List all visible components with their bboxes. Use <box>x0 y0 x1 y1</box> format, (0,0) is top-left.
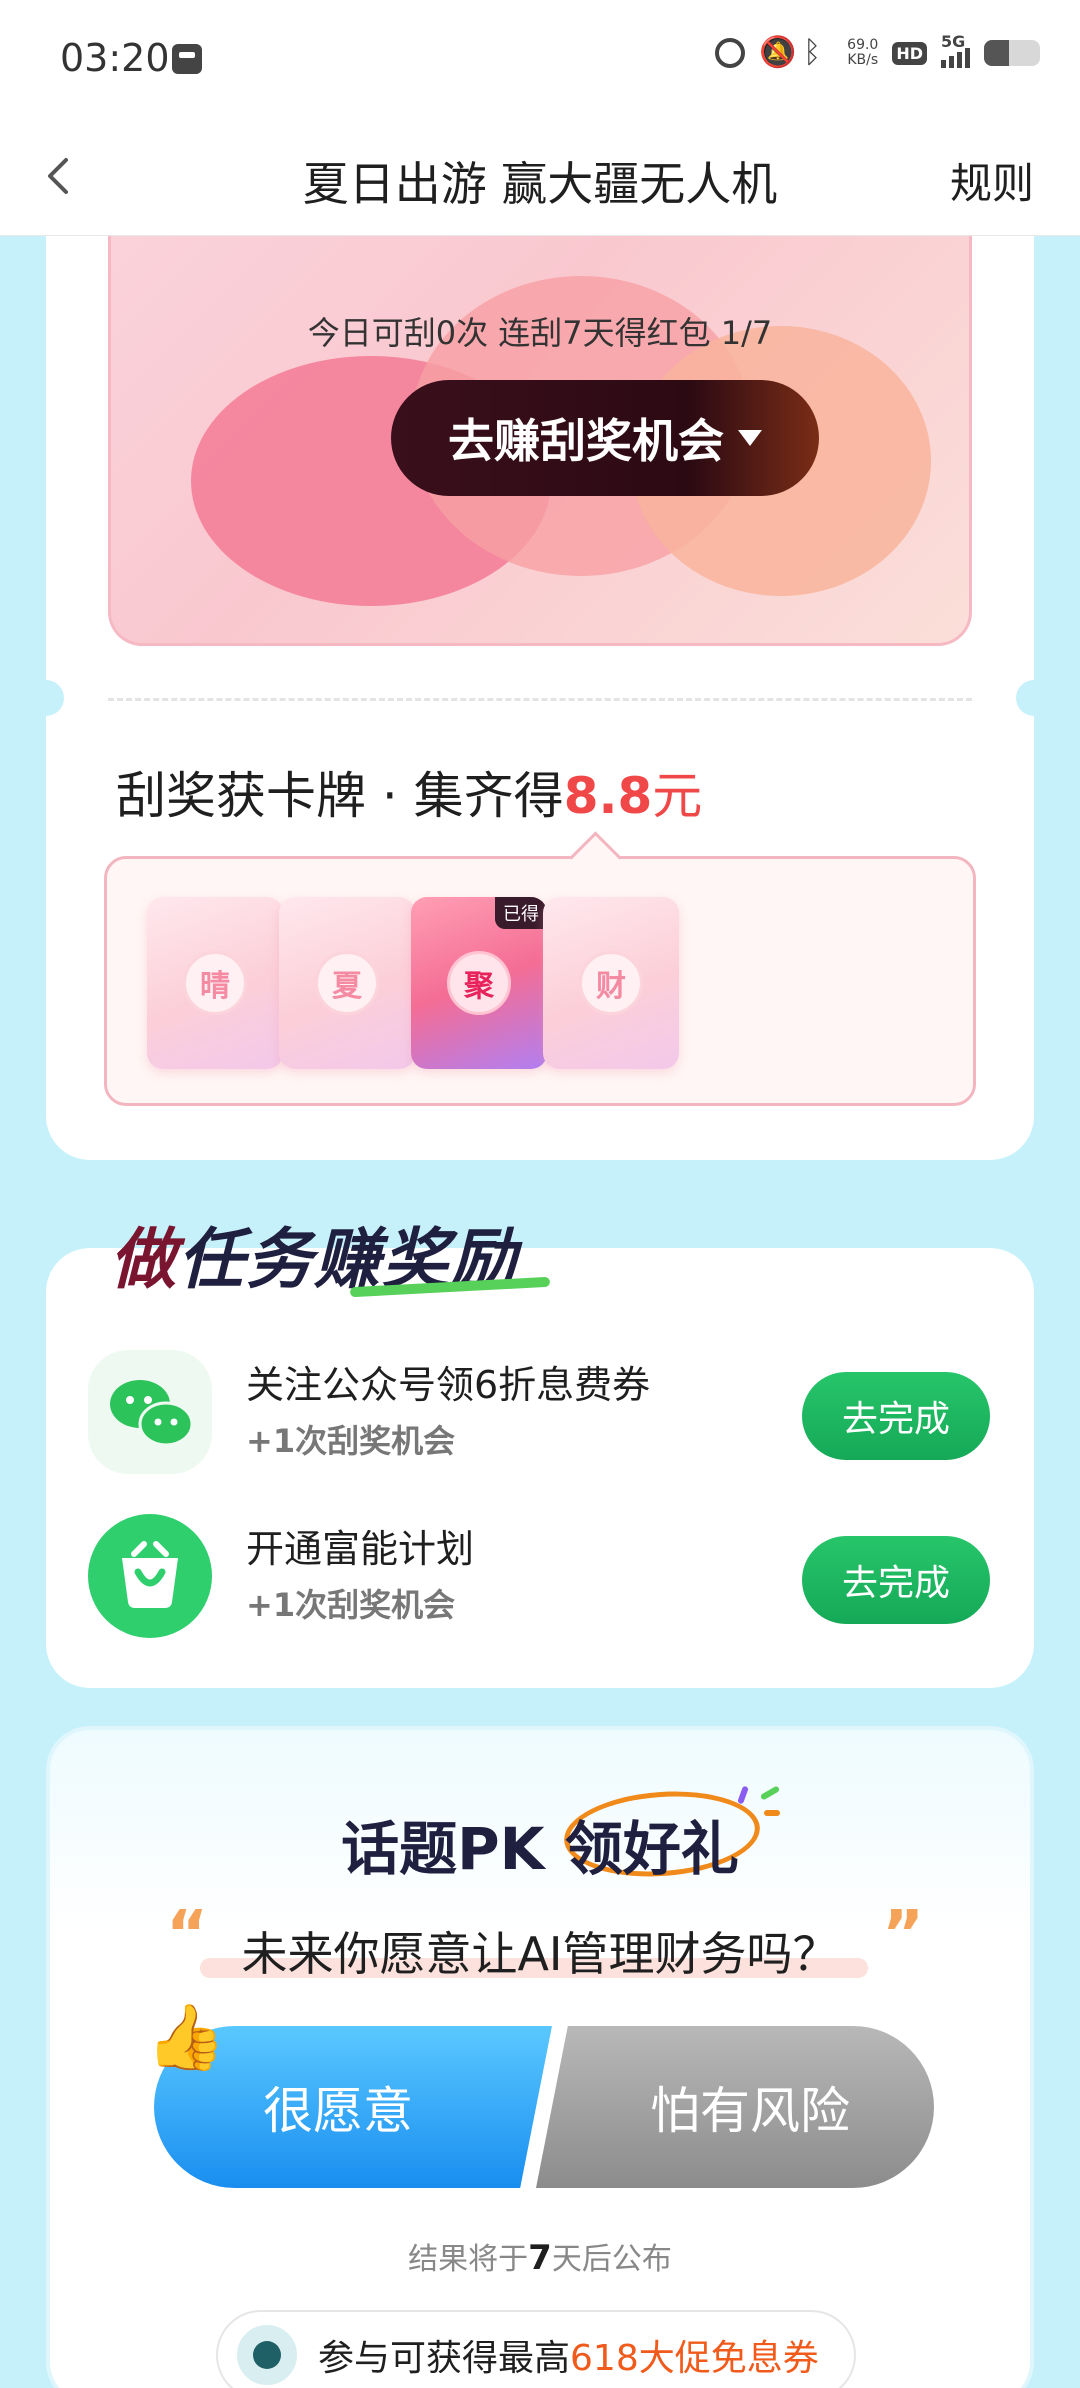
ticket-notch <box>28 680 64 716</box>
mute-icon: 🔕 <box>759 35 797 70</box>
scratch-card-panel: 今日可刮0次 连刮7天得红包 1/7 去赚刮奖机会 刮奖获卡牌 · 集齐得8.8… <box>28 236 1052 1160</box>
collect-title-prefix: 刮奖获卡牌 · 集齐得 <box>116 767 564 825</box>
tasks-heading-first: 做 <box>110 1221 178 1298</box>
reward-prefix: 参与可获得最高 <box>318 2338 571 2379</box>
alarm-icon <box>715 38 746 68</box>
dashed-divider <box>108 698 972 701</box>
obtained-badge: 已得 <box>495 897 547 929</box>
character-card-ju[interactable]: 已得 聚 <box>411 897 547 1069</box>
task-card: 关注公众号领6折息费券 +1次刮奖机会 去完成 开通富能计划 +1次刮奖机会 去… <box>46 1248 1034 1688</box>
page-title: 夏日出游 赢大疆无人机 <box>302 157 778 211</box>
network-speed-unit: KB/s <box>847 52 879 68</box>
scratch-count-text: 今日可刮0次 连刮7天得红包 1/7 <box>307 314 773 352</box>
reward-highlight: 618大促免息券 <box>570 2338 819 2379</box>
task-title: 开通富能计划 <box>246 1527 475 1571</box>
hd-badge: HD <box>892 41 927 65</box>
wechat-icon <box>88 1350 212 1474</box>
sim-card-icon <box>172 44 202 74</box>
task-row: 开通富能计划 +1次刮奖机会 去完成 <box>46 1514 1034 1654</box>
earn-button-label: 去赚刮奖机会 <box>448 414 724 468</box>
collect-unit: 元 <box>652 767 703 825</box>
battery-icon <box>984 40 1040 66</box>
complete-task-button[interactable]: 去完成 <box>802 1536 990 1624</box>
complete-task-button[interactable]: 去完成 <box>802 1372 990 1460</box>
ticket-notch <box>1016 680 1052 716</box>
character-card-xia[interactable]: 夏 <box>279 897 415 1069</box>
task-reward: +1次刮奖机会 <box>246 1586 456 1624</box>
status-bar: 03:20 🔕 ᛒ 69.0 KB/s HD 5G <box>0 0 1080 118</box>
rules-link[interactable]: 规则 <box>950 150 1034 211</box>
network-speed: 69.0 KB/s <box>847 38 878 68</box>
collect-title: 刮奖获卡牌 · 集齐得8.8元 <box>116 756 702 828</box>
character-card-qing[interactable]: 晴 <box>147 897 283 1069</box>
card-character: 财 <box>579 951 643 1015</box>
pk-question: 未来你愿意让AI管理财务吗？ <box>241 1927 839 1981</box>
network-speed-value: 69.0 <box>847 37 879 53</box>
network-type-label: 5G <box>941 32 966 51</box>
task-row: 关注公众号领6折息费券 +1次刮奖机会 去完成 <box>46 1350 1034 1490</box>
shopping-bag-icon <box>88 1514 212 1638</box>
status-time: 03:20 <box>60 36 170 80</box>
top-nav-bar: 夏日出游 赢大疆无人机 规则 <box>0 118 1080 236</box>
result-days: 7 <box>528 2238 552 2278</box>
character-cards-box: 晴 夏 已得 聚 财 <box>104 856 976 1106</box>
caret-down-icon <box>738 430 762 446</box>
earn-scratch-chance-button[interactable]: 去赚刮奖机会 <box>391 380 819 496</box>
topic-pk-card: 话题PK 领好礼 “ ” 未来你愿意让AI管理财务吗？ 很愿意 怕有风险 👍 结… <box>46 1726 1034 2388</box>
pk-reward-banner[interactable]: 参与可获得最高 618大促免息券 <box>216 2310 856 2388</box>
result-prefix: 结果将于 <box>408 2242 529 2277</box>
character-card-cai[interactable]: 财 <box>543 897 679 1069</box>
sparkle-decoration <box>759 1785 781 1801</box>
task-reward: +1次刮奖机会 <box>246 1422 456 1460</box>
bluetooth-icon: ᛒ <box>803 35 822 70</box>
battery-level <box>984 40 1010 66</box>
vote-no-button[interactable]: 怕有风险 <box>536 2026 934 2188</box>
signal-icon: 5G <box>941 32 970 68</box>
thumbs-up-icon: 👍 <box>146 2001 226 2075</box>
result-announcement: 结果将于7天后公布 <box>50 2234 1030 2278</box>
scratch-area[interactable]: 今日可刮0次 连刮7天得红包 1/7 去赚刮奖机会 <box>108 236 972 646</box>
collect-amount: 8.8 <box>563 767 653 825</box>
pk-title: 话题PK 领好礼 <box>341 1815 739 1883</box>
status-icons: 🔕 ᛒ 69.0 KB/s HD 5G <box>715 32 1040 70</box>
card-character: 聚 <box>447 951 511 1015</box>
card-character: 夏 <box>315 951 379 1015</box>
task-title: 关注公众号领6折息费券 <box>246 1363 651 1407</box>
result-suffix: 天后公布 <box>551 2242 672 2277</box>
avatar <box>234 2322 300 2388</box>
card-character: 晴 <box>183 951 247 1015</box>
